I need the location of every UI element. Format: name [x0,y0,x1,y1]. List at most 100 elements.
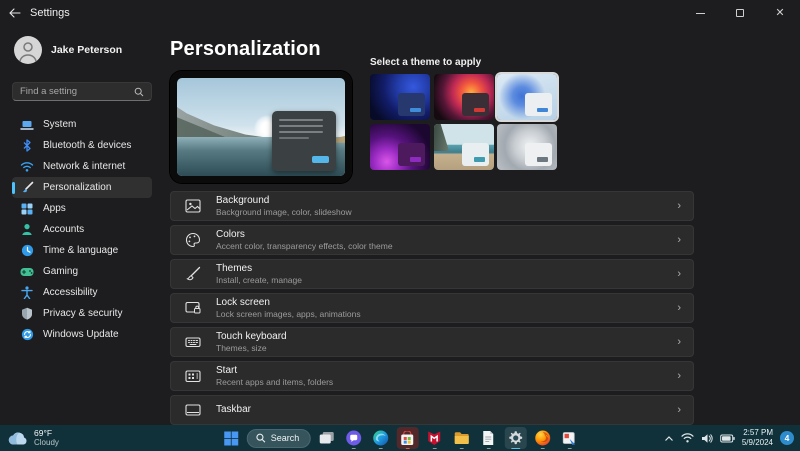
chevron-right-icon: › [677,404,681,416]
edge-icon [372,430,388,446]
mcafee-shield-icon [427,430,442,446]
brush-icon [184,265,202,283]
search-icon [134,87,144,97]
theme-tile-gray-swirl[interactable] [497,123,557,170]
folder-icon [453,431,469,445]
sidebar-item-gaming[interactable]: Gaming [12,261,152,282]
edge-button[interactable] [369,427,391,449]
row-taskbar[interactable]: Taskbar › [170,395,694,425]
brush-icon [20,181,34,195]
tray-date: 5/9/2024 [741,438,773,447]
picture-icon [184,197,202,215]
volume-icon[interactable] [701,433,713,444]
sidebar-item-network[interactable]: Network & internet [12,156,152,177]
sidebar: Jake Peterson Find a setting System Blue… [0,26,158,425]
chevron-right-icon: › [677,200,681,212]
theme-tile-purple-glow[interactable] [370,123,430,170]
file-explorer-button[interactable] [450,427,472,449]
close-button[interactable]: ✕ [760,0,800,26]
chat-button[interactable] [342,427,364,449]
row-themes[interactable]: Themes Install, create, manage › [170,259,694,289]
sidebar-item-label: Time & language [43,245,119,256]
theme-tile-dark-blue-bloom[interactable] [370,74,430,120]
settings-list: Background Background image, color, slide… [170,191,694,425]
sidebar-item-privacy[interactable]: Privacy & security [12,303,152,324]
theme-card [525,93,552,116]
clock[interactable]: 2:57 PM 5/9/2024 [742,428,773,448]
notepad-button[interactable] [477,427,499,449]
battery-icon[interactable] [720,434,735,443]
row-background[interactable]: Background Background image, color, slide… [170,191,694,221]
row-subtitle: Background image, color, slideshow [216,207,352,217]
lock-screen-icon [184,299,202,317]
chat-icon [345,430,361,446]
preview-accent-button [312,156,329,163]
theme-card [525,142,552,166]
row-start[interactable]: Start Recent apps and items, folders › [170,361,694,391]
sidebar-item-accounts[interactable]: Accounts [12,219,152,240]
sidebar-item-bluetooth[interactable]: Bluetooth & devices [12,135,152,156]
firefox-button[interactable] [531,427,553,449]
row-title: Colors [216,229,245,240]
row-colors[interactable]: Colors Accent color, transparency effects… [170,225,694,255]
theme-picker-label: Select a theme to apply [370,57,482,68]
row-subtitle: Themes, size [216,343,267,353]
sidebar-item-windows-update[interactable]: Windows Update [12,324,152,345]
main-content: Personalization Select a theme to apply [158,26,800,425]
theme-card [398,142,425,166]
sidebar-item-label: Privacy & security [43,308,123,319]
windows-logo-icon [223,431,238,446]
sidebar-item-label: Accessibility [43,287,98,298]
start-menu-icon [184,367,202,385]
whiteboard-pen-icon [562,431,577,446]
search-input[interactable]: Find a setting [12,82,152,101]
wifi-icon[interactable] [681,433,694,443]
remote-sketch-app-button[interactable] [558,427,580,449]
sidebar-item-system[interactable]: System [12,114,152,135]
row-title: Start [216,365,238,376]
chevron-right-icon: › [677,234,681,246]
back-button[interactable] [0,0,30,26]
sidebar-item-personalization[interactable]: Personalization [12,177,152,198]
titlebar: Settings ✕ [0,0,800,26]
task-view-button[interactable] [315,427,337,449]
sidebar-item-time-language[interactable]: Time & language [12,240,152,261]
sidebar-item-apps[interactable]: Apps [12,198,152,219]
bluetooth-icon [20,139,34,153]
theme-tile-light-blue-bloom[interactable] [495,72,559,122]
maximize-button[interactable] [720,0,760,26]
chevron-right-icon: › [677,336,681,348]
start-button[interactable] [220,427,242,449]
sidebar-item-accessibility[interactable]: Accessibility [12,282,152,303]
taskbar-search[interactable]: Search [246,428,311,448]
weather-temp: 69°F [34,427,53,438]
theme-tile-dark-flower[interactable] [433,74,494,120]
sidebar-item-label: System [43,119,77,130]
row-lock-screen[interactable]: Lock screen Lock screen images, apps, ani… [170,293,694,323]
weather-widget[interactable]: 69°F Cloudy [8,425,59,451]
notification-badge[interactable]: 4 [780,431,794,445]
row-title: Themes [216,263,253,274]
system-tray: 2:57 PM 5/9/2024 4 [664,425,794,451]
accessibility-icon [20,286,34,300]
window-title: Settings [30,7,70,19]
theme-preview-monitor [170,71,352,183]
sidebar-item-label: Windows Update [43,329,119,340]
chevron-right-icon: › [677,302,681,314]
tray-chevron-up-icon[interactable] [664,435,674,442]
taskbar: 69°F Cloudy Search 2:57 PM 5/9/2024 4 [0,425,800,451]
taskbar-icon [184,401,202,419]
theme-picker [370,72,559,170]
mcafee-button[interactable] [423,427,445,449]
settings-button[interactable] [504,427,527,449]
theme-card [461,93,489,116]
apps-grid-icon [20,202,34,216]
minimize-button[interactable] [680,0,720,26]
preview-sample-window [272,111,336,171]
microsoft-store-button[interactable] [396,427,419,449]
theme-tile-beach[interactable] [433,123,494,170]
weather-condition: Cloudy [34,438,59,448]
sidebar-item-label: Apps [43,203,66,214]
row-touch-keyboard[interactable]: Touch keyboard Themes, size › [170,327,694,357]
search-icon [256,433,266,443]
